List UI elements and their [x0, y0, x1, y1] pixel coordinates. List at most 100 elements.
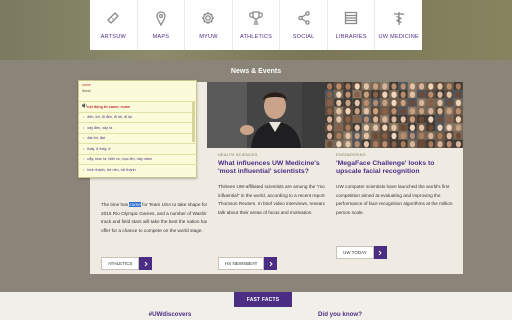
- face-thumb: [407, 131, 417, 140]
- definition-row[interactable]: • nội động từ came; come: [79, 101, 198, 112]
- chevron-right-icon: [139, 257, 153, 270]
- face-thumb: [371, 106, 380, 115]
- face-thumb: [361, 106, 371, 115]
- face-thumb: [389, 98, 399, 107]
- definition-row[interactable]: • nẩy, mọc ra, hiện ra, mọc lên, nảy mầm: [79, 153, 198, 165]
- face-thumb: [426, 139, 435, 148]
- quicklink-athletics[interactable]: ATHLETICS: [231, 0, 280, 50]
- translation-popup[interactable]: came /kʌm/ • nội động từ came; come • đến,…: [78, 80, 198, 178]
- card-title[interactable]: 'MegaFace Challenge' looks to upscale fa…: [336, 160, 456, 177]
- share-icon: [295, 9, 313, 27]
- face-thumb: [453, 139, 463, 148]
- face-thumb: [435, 90, 445, 99]
- quicklink-libraries[interactable]: LIBRARIES: [326, 0, 375, 50]
- face-thumb: [444, 139, 454, 148]
- face-thumb: [426, 98, 435, 107]
- face-thumb: [334, 123, 343, 132]
- hs-newsbeat-button[interactable]: HS NEWSBEAT: [218, 257, 278, 270]
- face-thumb: [371, 123, 380, 132]
- face-grid-image[interactable]: [325, 82, 463, 148]
- face-thumb: [435, 82, 445, 90]
- face-thumb: [426, 90, 435, 99]
- face-thumb: [444, 115, 454, 123]
- speaker-icon[interactable]: [82, 95, 88, 108]
- uwdiscovers-heading[interactable]: #UWdiscovers: [0, 311, 340, 318]
- face-thumb: [334, 98, 343, 107]
- definition-row[interactable]: • đến, tới, đi đến, đi tới, đi lại: [79, 111, 198, 123]
- face-thumb: [380, 82, 389, 90]
- face-thumb: [444, 90, 454, 99]
- face-thumb: [435, 98, 445, 107]
- face-thumb: [417, 115, 426, 123]
- face-thumb: [361, 98, 371, 107]
- news-card-engineering: ENGINEERING 'MegaFace Challenge' looks t…: [325, 82, 463, 274]
- quicklink-label: ARTSUW: [100, 34, 126, 40]
- face-thumb: [352, 82, 362, 90]
- face-thumb: [352, 115, 362, 123]
- face-thumb: [371, 98, 380, 107]
- face-thumb: [417, 131, 426, 140]
- button-label: HS NEWSBEAT: [218, 257, 265, 270]
- face-thumb: [389, 115, 399, 123]
- card-title[interactable]: What influences UW Medicine's 'most infl…: [218, 160, 338, 177]
- uw-today-button[interactable]: UW TODAY: [336, 246, 387, 259]
- face-thumb: [361, 115, 371, 123]
- map-pin-icon: [152, 9, 170, 27]
- face-thumb: [361, 82, 371, 90]
- face-thumb: [417, 90, 426, 99]
- face-thumb: [435, 139, 445, 148]
- definition-row[interactable]: • đạt tới, đạt: [79, 132, 198, 144]
- face-thumb: [343, 82, 353, 90]
- face-thumb: [371, 131, 380, 140]
- face-thumb: [453, 82, 463, 90]
- face-thumb: [444, 123, 454, 132]
- face-thumb: [325, 106, 334, 115]
- face-thumb: [343, 123, 353, 132]
- card-category: HEALTH SCIENCES: [218, 153, 258, 157]
- did-you-know-heading: Did you know?: [318, 311, 362, 318]
- card-category: ENGINEERING: [336, 153, 366, 157]
- face-thumb: [352, 98, 362, 107]
- athletics-button[interactable]: ATHLETICS: [101, 257, 153, 270]
- caduceus-icon: [390, 9, 408, 27]
- face-thumb: [407, 82, 417, 90]
- button-label: UW TODAY: [336, 246, 374, 259]
- chevron-right-icon: [373, 246, 387, 259]
- face-thumb: [380, 123, 389, 132]
- face-thumb: [343, 98, 353, 107]
- face-thumb: [398, 106, 408, 115]
- definition-row[interactable]: • xảy đến, xảy ra: [79, 122, 198, 133]
- face-thumb: [389, 82, 399, 90]
- face-thumb: [417, 106, 426, 115]
- face-thumb: [407, 139, 417, 148]
- quicklink-maps[interactable]: MAPS: [136, 0, 185, 50]
- quicklink-label: MYUW: [199, 34, 218, 40]
- chevron-right-icon: [264, 257, 278, 270]
- definition-row[interactable]: • thấy, ở thấy, ở: [79, 143, 198, 154]
- face-thumb: [334, 106, 343, 115]
- bottom-band: FAST FACTS #UWdiscovers Did you know?: [0, 292, 512, 320]
- face-thumb: [417, 139, 426, 148]
- face-thumb: [352, 123, 362, 132]
- face-thumb: [444, 131, 454, 140]
- face-thumb: [435, 123, 445, 132]
- face-thumb: [426, 131, 435, 140]
- ticket-icon: [104, 9, 122, 27]
- face-thumb: [325, 82, 334, 90]
- popup-scrollbar[interactable]: [192, 102, 195, 142]
- face-thumb: [426, 123, 435, 132]
- quicklink-myuw[interactable]: MYUW: [184, 0, 232, 50]
- face-thumb: [417, 82, 426, 90]
- face-thumb: [417, 98, 426, 107]
- quicklink-uw-medicine[interactable]: UW MEDICINE: [374, 0, 422, 50]
- quicklink-artsuw[interactable]: ARTSUW: [90, 0, 137, 50]
- face-thumb: [361, 139, 371, 148]
- selected-word: come: [129, 202, 141, 207]
- face-thumb: [352, 90, 362, 99]
- definition-row[interactable]: • hình thành, trở nên, trở thành: [79, 164, 198, 175]
- card-body: UW computer scientists have launched the…: [336, 184, 453, 216]
- face-thumb: [417, 123, 426, 132]
- fast-facts-button[interactable]: FAST FACTS: [234, 292, 292, 307]
- quicklink-label: SOCIAL: [292, 34, 315, 40]
- quicklink-social[interactable]: SOCIAL: [279, 0, 327, 50]
